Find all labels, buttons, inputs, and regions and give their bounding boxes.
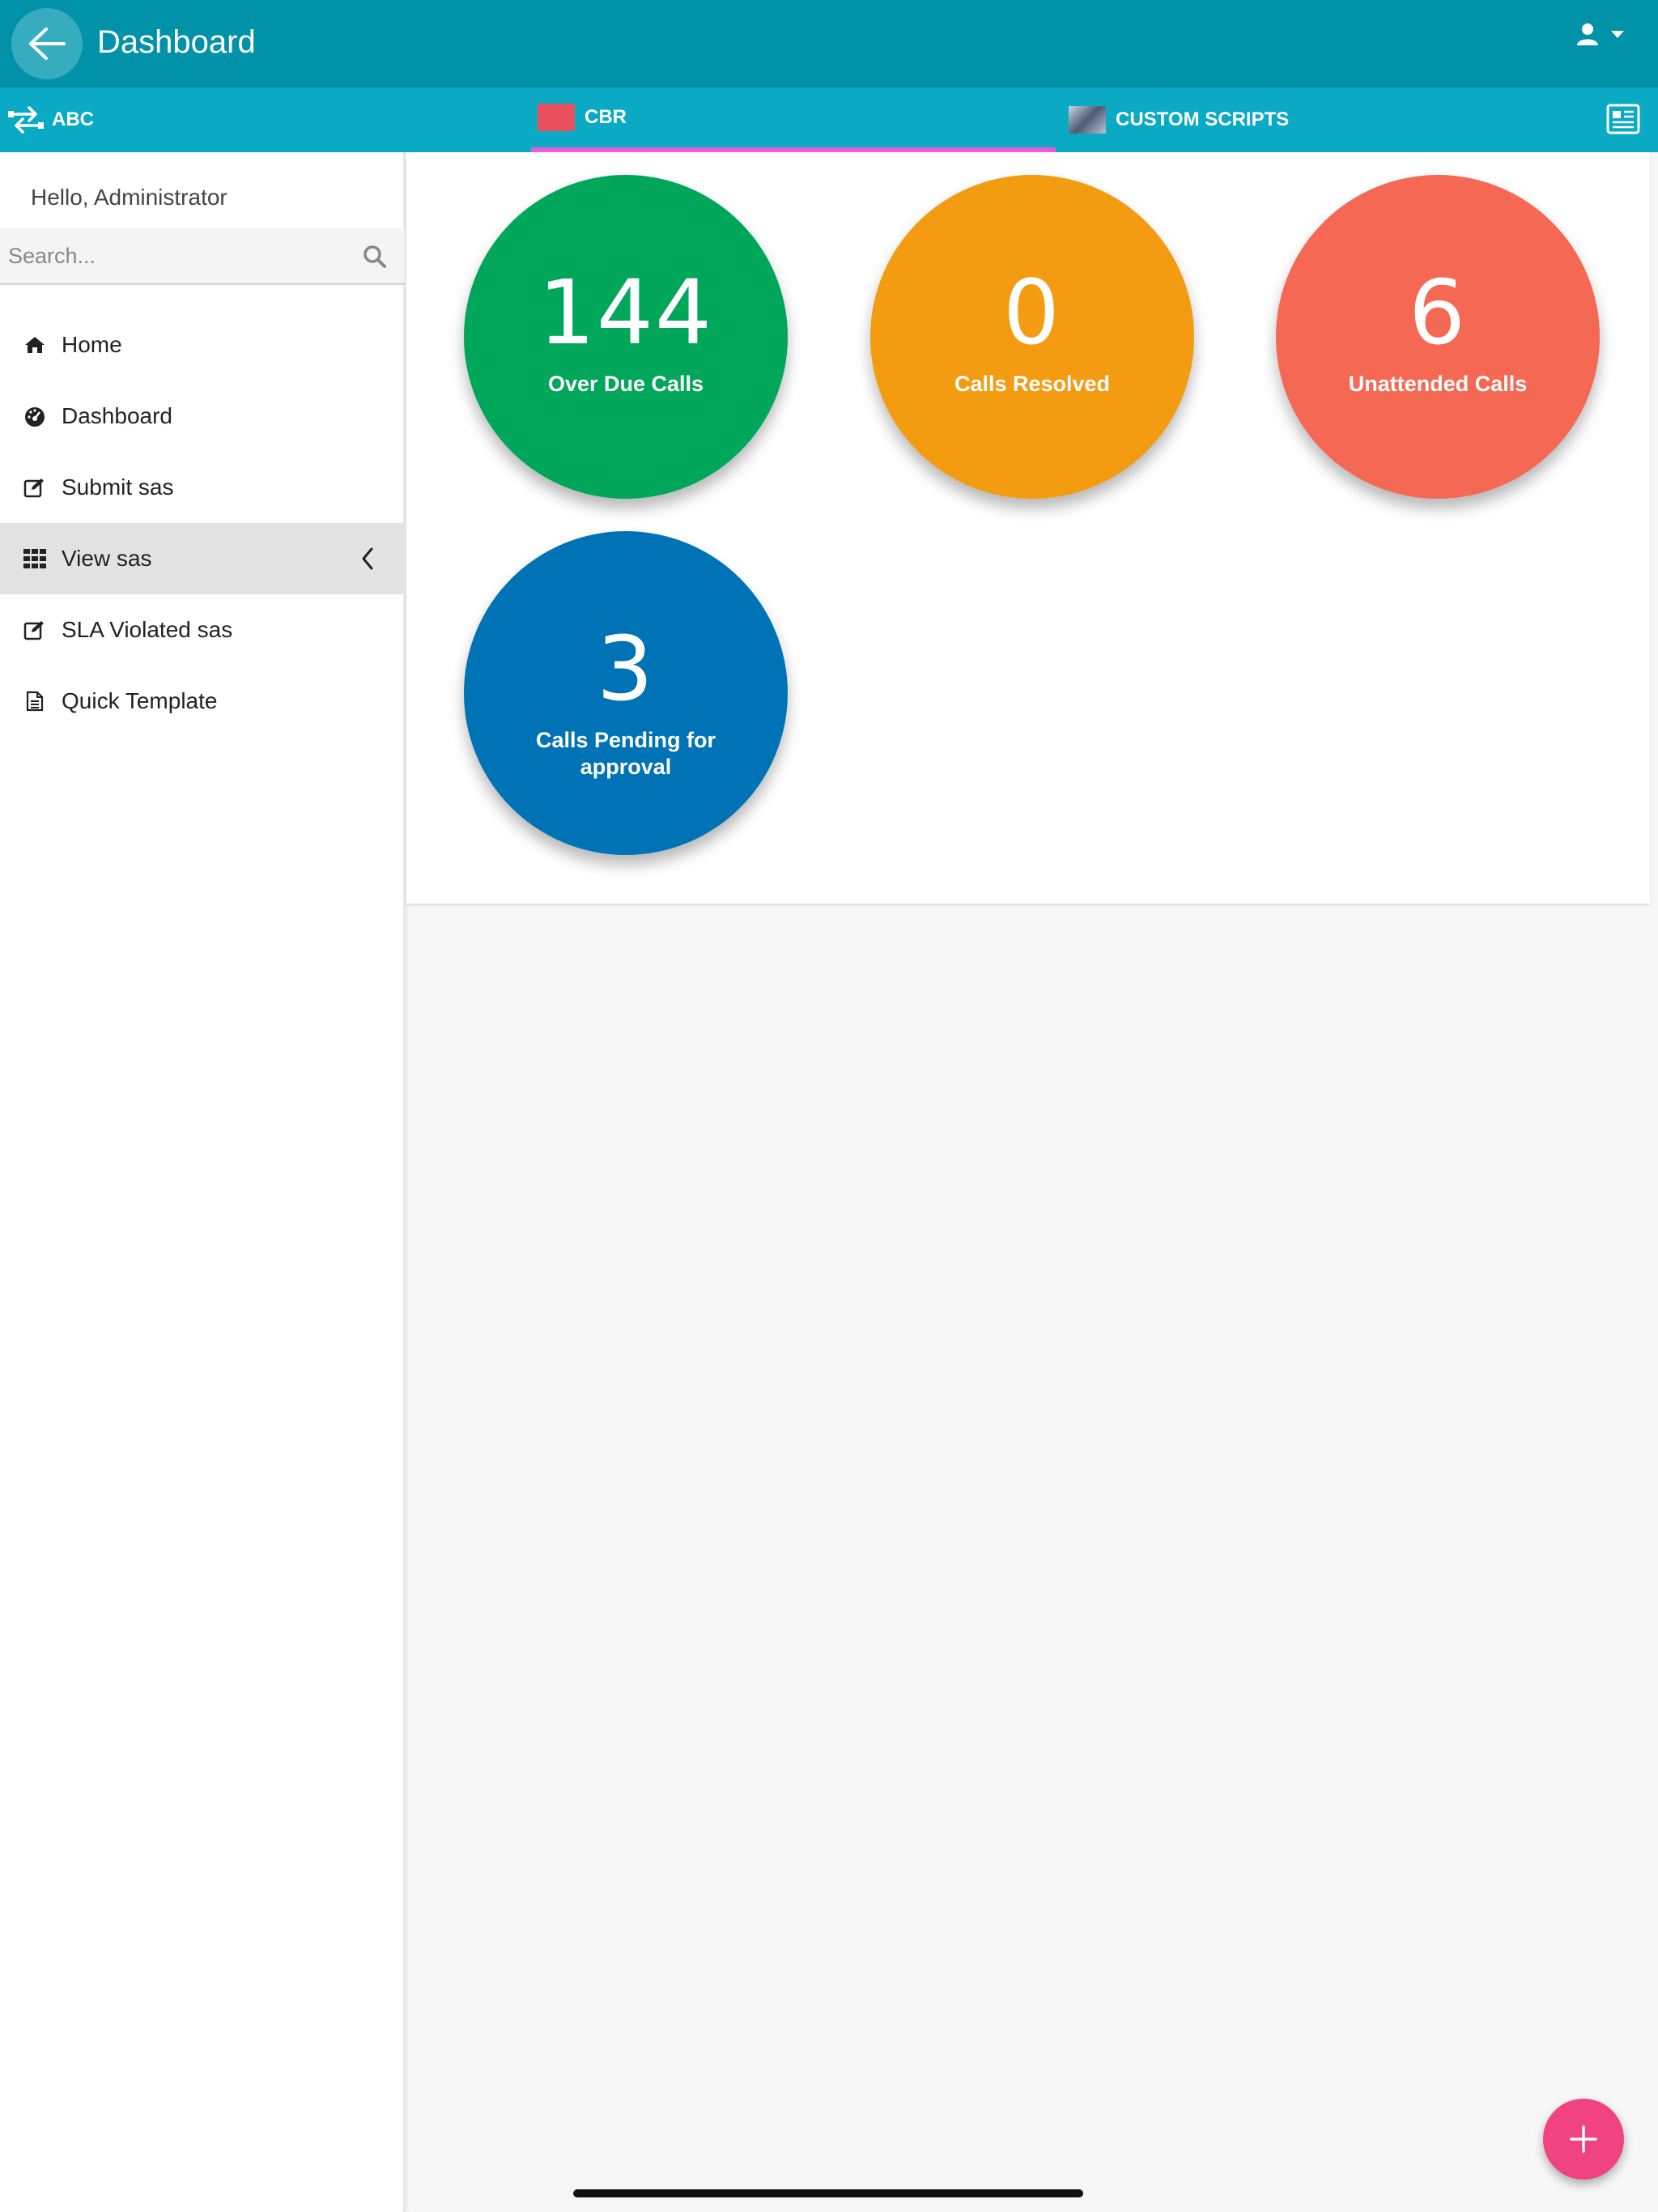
app-bar: Dashboard [0,0,1658,87]
stat-label: Unattended Calls [1348,372,1528,396]
search-input[interactable] [8,238,348,274]
dashboard-card: 144 Over Due Calls 0 Calls Resolved 6 Un… [406,152,1650,904]
sidebar-item-home[interactable]: Home [0,309,403,381]
sidebar-item-quick-template[interactable]: Quick Template [0,666,403,737]
sidebar-item-view-sas[interactable]: View sas [0,523,403,594]
cbr-thumbnail [538,104,575,131]
stat-label: Over Due Calls [547,372,704,396]
stat-calls-resolved[interactable]: 0 Calls Resolved [870,175,1194,499]
stat-value: 144 [538,261,713,364]
sidebar: Hello, Administrator Home Dashboard Subm… [0,152,405,2212]
custom-scripts-thumbnail [1069,106,1106,134]
stat-value: 6 [1409,261,1467,364]
sidebar-item-label: SLA Violated sas [62,617,233,642]
home-icon [23,333,47,357]
home-indicator[interactable] [573,2189,1083,2197]
edit-icon [23,618,47,642]
sidebar-nav: Home Dashboard Submit sas View sas SLA V… [0,309,403,737]
sidebar-item-submit-sas[interactable]: Submit sas [0,452,403,523]
user-menu[interactable] [1575,18,1640,50]
sidebar-item-label: View sas [62,546,152,571]
sidebar-item-label: Submit sas [62,474,174,500]
dashboard-gauge-icon [23,404,47,428]
arrow-left-icon [29,28,66,60]
sidebar-item-sla-violated-sas[interactable]: SLA Violated sas [0,594,403,666]
stat-value: 3 [597,617,655,721]
chevron-down-icon [1611,30,1624,38]
tab-label: CUSTOM SCRIPTS [1116,108,1290,130]
stat-overdue-calls[interactable]: 144 Over Due Calls [464,175,788,499]
stat-label: Calls Pending for approval [535,728,716,779]
stat-value: 0 [1003,261,1061,364]
tab-cbr[interactable]: CBR [531,87,1056,152]
page-title: Dashboard [97,24,256,60]
tab-abc[interactable]: ABC [6,87,94,152]
search-icon[interactable] [363,245,387,269]
sidebar-item-label: Home [62,332,122,357]
transfer-arrows-icon [8,106,44,134]
edit-icon [23,475,47,500]
greeting: Hello, Administrator [31,185,227,210]
chevron-left-icon[interactable] [359,546,376,572]
sidebar-item-dashboard[interactable]: Dashboard [0,381,403,452]
add-button[interactable] [1543,2099,1624,2180]
stat-calls-pending-approval[interactable]: 3 Calls Pending for approval [464,531,788,855]
search-box [0,228,405,285]
news-list-icon[interactable] [1606,104,1640,134]
sidebar-item-label: Dashboard [62,403,172,428]
grid-icon [23,547,47,571]
plus-icon [1570,2125,1597,2153]
back-button[interactable] [11,8,83,79]
tab-label: ABC [52,108,94,130]
stat-label: Calls Resolved [954,372,1111,396]
sidebar-item-label: Quick Template [62,688,218,713]
user-icon [1577,23,1598,45]
document-icon [23,689,47,713]
tab-custom-scripts[interactable]: CUSTOM SCRIPTS [1069,87,1289,152]
stat-unattended-calls[interactable]: 6 Unattended Calls [1276,175,1600,499]
tab-label: CBR [585,106,627,128]
tab-bar: ABC CBR CUSTOM SCRIPTS [0,87,1658,152]
